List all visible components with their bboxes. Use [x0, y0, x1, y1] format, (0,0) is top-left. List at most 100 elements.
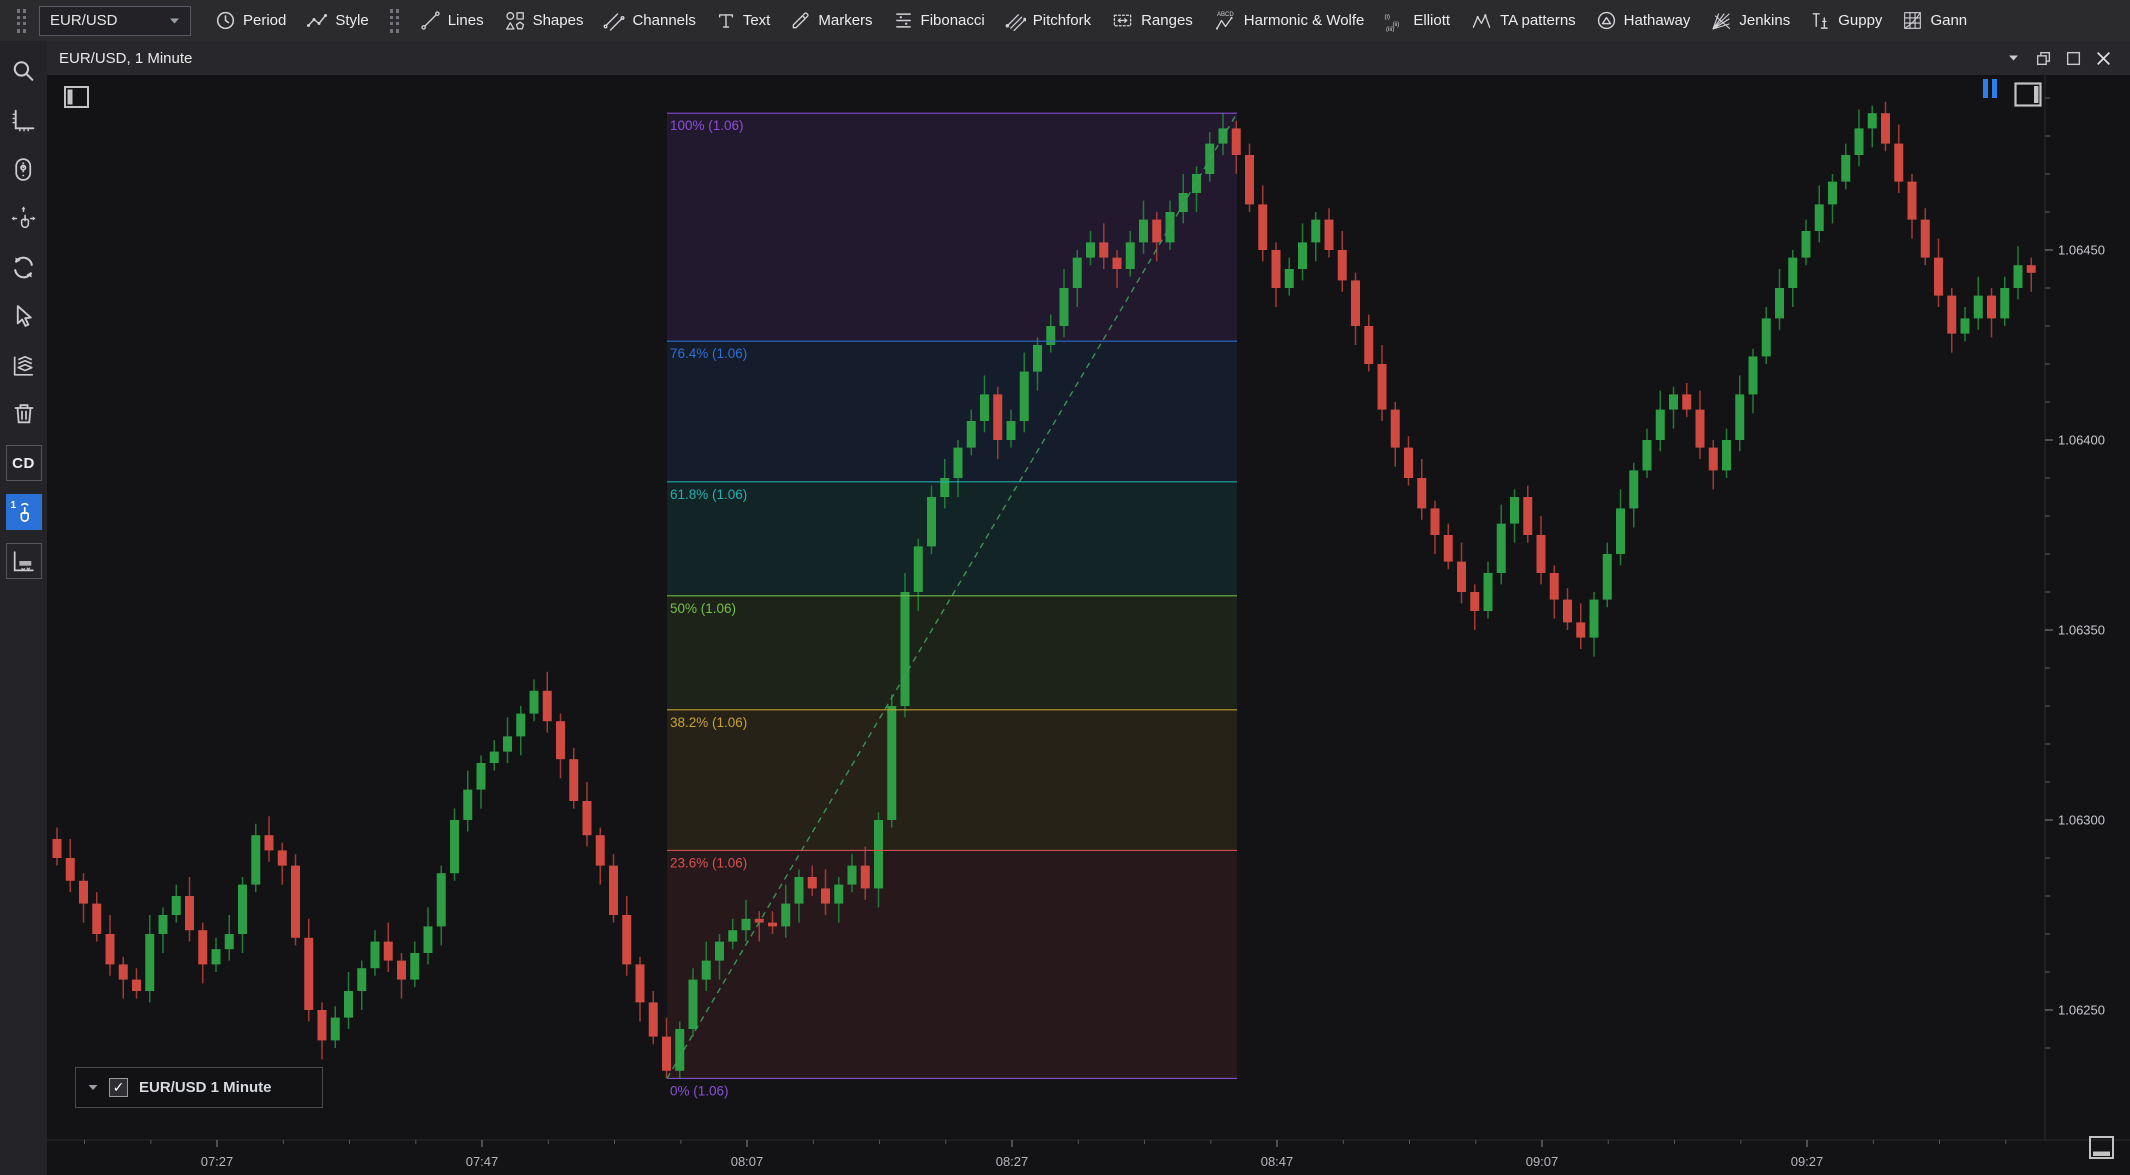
drag-handle[interactable]: [390, 9, 399, 33]
price-axis[interactable]: 1.064501.064001.063501.063001.06250: [2045, 98, 2105, 1048]
sidebar-tool-measure[interactable]: [6, 543, 42, 579]
cd-icon: CD: [12, 455, 35, 472]
harmonic-icon: ABCD: [1213, 10, 1237, 32]
scroll-tool-icon: [10, 156, 37, 183]
channels-icon: [603, 10, 625, 32]
line-icon: [420, 10, 441, 31]
panel-left-icon[interactable]: [63, 85, 90, 109]
time-tick-label: 07:27: [201, 1154, 234, 1169]
pause-icon[interactable]: [1983, 79, 1998, 98]
axis-scale-icon: [10, 107, 37, 134]
jenkins-icon: [1710, 10, 1732, 32]
toolbar-group-chart: Period Style: [205, 1, 379, 41]
sidebar-tool-delete[interactable]: [6, 396, 42, 432]
sidebar-tool-scroll[interactable]: [6, 151, 42, 187]
toolbar-item-label: Lines: [448, 12, 484, 29]
toolbar-item-gann[interactable]: Gann: [1892, 1, 1977, 41]
symbol-select-value: EUR/USD: [50, 12, 118, 29]
gann-icon: [1902, 10, 1923, 31]
toolbar-item-text[interactable]: Text: [706, 1, 781, 41]
time-tick-label: 08:47: [1261, 1154, 1294, 1169]
toolbar-item-pitchfork[interactable]: Pitchfork: [995, 1, 1101, 41]
fib-label-50: 50% (1.06): [670, 601, 736, 616]
pan-hand-icon: [10, 205, 37, 232]
svg-text:(i): (i): [1385, 13, 1391, 20]
toolbar-item-label: Channels: [632, 12, 695, 29]
symbol-select[interactable]: EUR/USD: [39, 6, 191, 36]
time-tick-label: 09:27: [1791, 1154, 1824, 1169]
shapes-icon: [504, 10, 526, 32]
chart-title: EUR/USD, 1 Minute: [59, 50, 192, 67]
toolbar-item-fibonacci[interactable]: Fibonacci: [883, 1, 995, 41]
toolbar-item-lines[interactable]: Lines: [410, 1, 494, 41]
sidebar-tool-pointer[interactable]: [6, 298, 42, 334]
pitchfork-icon: [1005, 10, 1026, 31]
chevron-down-icon: [169, 17, 180, 25]
series-visibility-checkbox[interactable]: ✓: [109, 1078, 128, 1097]
left-toolbar: CD 1: [0, 41, 47, 1175]
time-tick-label: 08:27: [996, 1154, 1029, 1169]
text-icon: [716, 11, 736, 31]
panel-right-icon[interactable]: [2013, 81, 2043, 108]
price-tick-label: 1.06450: [2058, 243, 2105, 258]
toolbar-item-label: Markers: [818, 12, 872, 29]
restore-windows-icon[interactable]: [2028, 45, 2058, 71]
toolbar-item-channels[interactable]: Channels: [593, 1, 705, 41]
toolbar-item-harmonic[interactable]: ABCDHarmonic & Wolfe: [1203, 1, 1375, 41]
toolbar-item-label: Shapes: [533, 12, 584, 29]
series-legend-label: EUR/USD 1 Minute: [139, 1079, 272, 1096]
toolbar-item-label: Style: [335, 12, 368, 29]
sidebar-tool-search[interactable]: [6, 53, 42, 89]
cursor-icon: [10, 303, 37, 330]
toolbar-item-elliott[interactable]: (i)(ii)(iii)Elliott: [1374, 1, 1460, 41]
close-icon[interactable]: [2088, 45, 2118, 71]
toolbar-item-ranges[interactable]: Ranges: [1101, 1, 1203, 41]
toolbar-item-guppy[interactable]: Guppy: [1800, 1, 1892, 41]
toolbar-item-ta-patterns[interactable]: TA patterns: [1460, 1, 1586, 41]
toolbar-item-label: Fibonacci: [921, 12, 985, 29]
sidebar-tool-layers[interactable]: [6, 347, 42, 383]
style-icon: [306, 10, 328, 32]
candlestick-chart: 100% (1.06)76.4% (1.06)61.8% (1.06)50% (…: [47, 75, 2130, 1175]
time-tick-label: 08:07: [731, 1154, 764, 1169]
chart-titlebar[interactable]: EUR/USD, 1 Minute: [47, 41, 2130, 75]
price-tick-label: 1.06300: [2058, 813, 2105, 828]
toolbar-item-label: Hathaway: [1624, 12, 1691, 29]
toolbar-item-label: Period: [243, 12, 286, 29]
tool-badge: 1: [11, 500, 17, 511]
maximize-icon[interactable]: [2058, 45, 2088, 71]
series-legend[interactable]: ✓ EUR/USD 1 Minute: [75, 1067, 323, 1108]
drag-handle[interactable]: [17, 9, 26, 33]
chart-area[interactable]: 100% (1.06)76.4% (1.06)61.8% (1.06)50% (…: [47, 75, 2130, 1175]
fibonacci-icon: [893, 10, 914, 31]
time-axis[interactable]: 07:2707:4708:0708:2708:4709:0709:27: [85, 1140, 2006, 1169]
panel-bottom-icon[interactable]: [2088, 1135, 2115, 1160]
hathaway-icon: [1596, 10, 1617, 31]
sidebar-tool-refresh[interactable]: [6, 249, 42, 285]
toolbar-item-markers[interactable]: Markers: [780, 1, 882, 41]
sidebar-tool-pan[interactable]: [6, 200, 42, 236]
sidebar-tool-cd-indicator[interactable]: CD: [6, 445, 42, 481]
ta-patterns-icon: [1470, 10, 1493, 31]
svg-text:(iii): (iii): [1386, 26, 1394, 32]
toolbar-item-jenkins[interactable]: Jenkins: [1700, 1, 1800, 41]
sidebar-tool-tap-select[interactable]: 1: [6, 494, 42, 530]
toolbar-item-hathaway[interactable]: Hathaway: [1586, 1, 1701, 41]
toolbar-item-style[interactable]: Style: [296, 1, 378, 41]
toolbar-item-label: Ranges: [1141, 12, 1193, 29]
chevron-down-icon[interactable]: [1998, 45, 2028, 71]
refresh-icon: [10, 254, 37, 281]
toolbar-item-period[interactable]: Period: [205, 1, 296, 41]
toolbar-item-shapes[interactable]: Shapes: [494, 1, 594, 41]
chevron-down-icon[interactable]: [88, 1084, 98, 1091]
toolbar-item-label: TA patterns: [1500, 12, 1576, 29]
sidebar-tool-axis-scale[interactable]: [6, 102, 42, 138]
layers-icon: [10, 352, 37, 379]
toolbar-item-label: Text: [743, 12, 771, 29]
fib-label-76.4: 76.4% (1.06): [670, 346, 747, 361]
toolbar-group-drawings: Lines Shapes Channels Text Markers Fibonacci P…: [410, 1, 1977, 41]
price-tick-label: 1.06400: [2058, 433, 2105, 448]
toolbar-item-label: Elliott: [1413, 12, 1450, 29]
fib-label-38.2: 38.2% (1.06): [670, 715, 747, 730]
measure-icon: [10, 548, 37, 575]
